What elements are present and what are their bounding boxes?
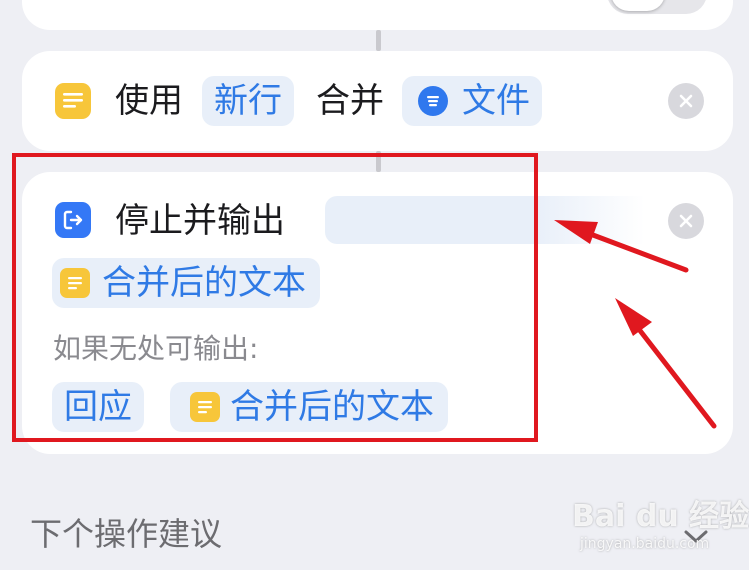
annotation-arrow xyxy=(554,220,689,273)
annotation-arrows xyxy=(554,220,717,429)
next-action-suggestions-title: 下个操作建议 xyxy=(30,515,223,553)
watermark-logo: Bai du 经验 xyxy=(572,499,749,534)
watermark-url: jingyan.baidu.com xyxy=(580,536,710,552)
annotation-arrow xyxy=(615,298,717,429)
